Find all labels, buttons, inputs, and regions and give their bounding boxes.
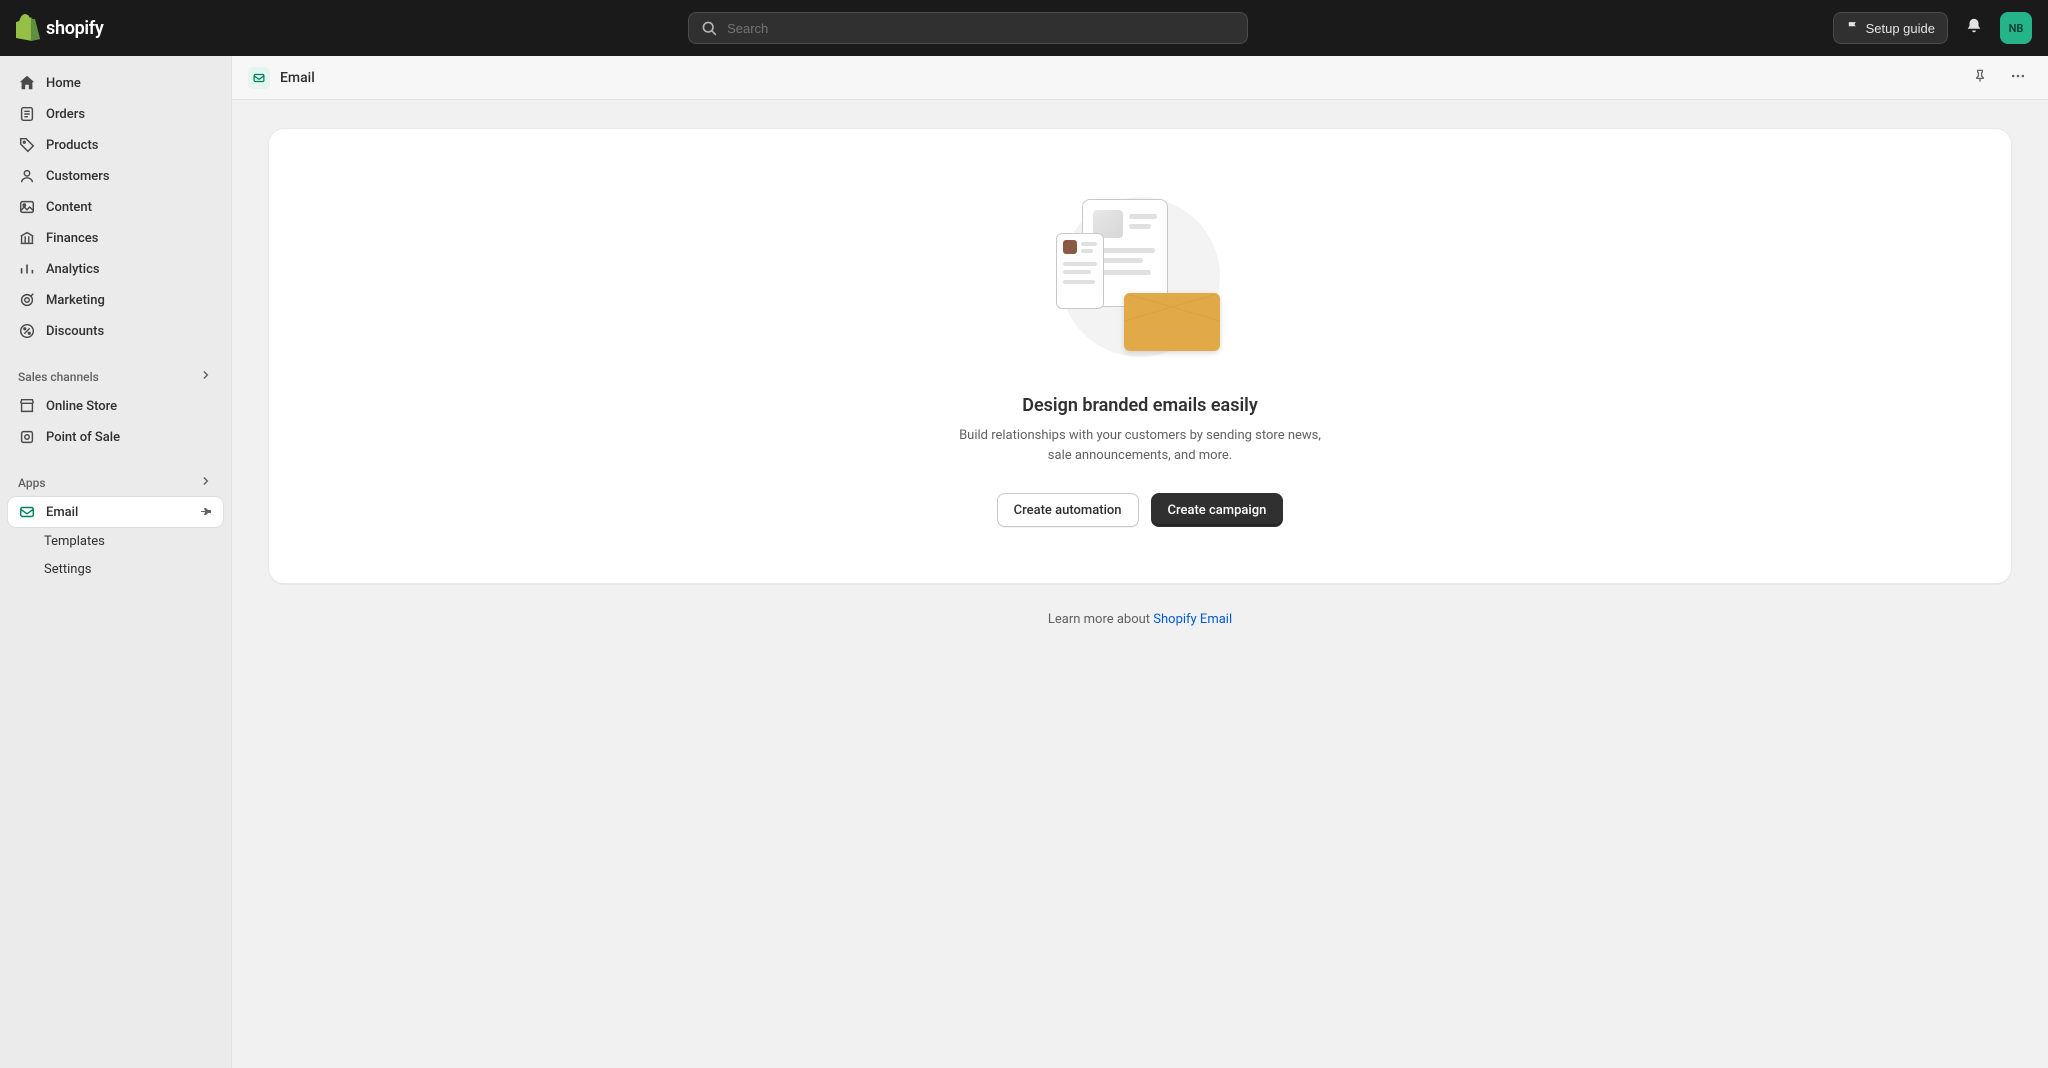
nav-label: Settings <box>44 562 91 577</box>
chevron-right-icon <box>199 368 213 385</box>
nav-label: Marketing <box>46 293 105 308</box>
nav-label: Finances <box>46 231 98 246</box>
store-icon <box>18 397 36 415</box>
learn-more: Learn more about Shopify Email <box>268 612 2012 627</box>
card-subtext: Build relationships with your customers … <box>950 426 1330 465</box>
nav-label: Email <box>46 505 78 520</box>
button-label: Create campaign <box>1168 503 1267 518</box>
person-icon <box>18 167 36 185</box>
target-icon <box>18 291 36 309</box>
card-heading: Design branded emails easily <box>1022 395 1258 416</box>
topbar: shopify Setup guide NB <box>0 0 2048 56</box>
nav-app-templates[interactable]: Templates <box>8 528 223 555</box>
pin-icon[interactable] <box>199 505 213 519</box>
nav-label: Orders <box>46 107 85 122</box>
nav-label: Point of Sale <box>46 430 120 445</box>
nav-label: Analytics <box>46 262 100 277</box>
section-apps[interactable]: Apps <box>8 468 223 497</box>
create-campaign-button[interactable]: Create campaign <box>1151 493 1284 527</box>
nav-home[interactable]: Home <box>8 68 223 98</box>
nav-marketing[interactable]: Marketing <box>8 285 223 315</box>
nav-app-settings[interactable]: Settings <box>8 556 223 583</box>
pos-icon <box>18 428 36 446</box>
email-app-icon <box>18 503 36 521</box>
user-avatar[interactable]: NB <box>2000 12 2032 44</box>
sidebar: Home Orders Products Customers Content F… <box>0 56 232 1068</box>
chevron-right-icon <box>199 474 213 491</box>
image-icon <box>18 198 36 216</box>
page-title: Email <box>280 70 315 86</box>
dots-icon <box>2010 68 2026 88</box>
bell-icon <box>1965 17 1983 39</box>
shopify-email-link[interactable]: Shopify Email <box>1153 612 1232 627</box>
nav-label: Content <box>46 200 92 215</box>
avatar-initials: NB <box>2009 22 2024 35</box>
create-automation-button[interactable]: Create automation <box>997 493 1139 527</box>
nav-orders[interactable]: Orders <box>8 99 223 129</box>
nav-discounts[interactable]: Discounts <box>8 316 223 346</box>
pin-icon <box>1972 68 1988 88</box>
nav-analytics[interactable]: Analytics <box>8 254 223 284</box>
empty-state-card: Design branded emails easily Build relat… <box>268 128 2012 584</box>
nav-app-email[interactable]: Email <box>8 497 223 527</box>
main-content: Design branded emails easily Build relat… <box>232 100 2048 1068</box>
home-icon <box>18 74 36 92</box>
global-search[interactable] <box>688 12 1248 44</box>
notifications-button[interactable] <box>1958 12 1990 44</box>
nav-point-of-sale[interactable]: Point of Sale <box>8 422 223 452</box>
more-actions-button[interactable] <box>2004 64 2032 92</box>
email-illustration <box>1050 189 1230 359</box>
search-icon <box>701 20 717 36</box>
orders-icon <box>18 105 36 123</box>
section-sales-channels[interactable]: Sales channels <box>8 362 223 391</box>
shopify-logo[interactable]: shopify <box>16 14 104 42</box>
nav-label: Templates <box>44 534 105 549</box>
nav-customers[interactable]: Customers <box>8 161 223 191</box>
nav-label: Home <box>46 76 81 91</box>
percent-icon <box>18 322 36 340</box>
nav-content[interactable]: Content <box>8 192 223 222</box>
setup-guide-label: Setup guide <box>1866 21 1935 36</box>
search-input[interactable] <box>725 20 1235 37</box>
setup-guide-button[interactable]: Setup guide <box>1833 12 1948 44</box>
logo-text: shopify <box>46 18 104 39</box>
nav-online-store[interactable]: Online Store <box>8 391 223 421</box>
bank-icon <box>18 229 36 247</box>
pin-app-button[interactable] <box>1966 64 1994 92</box>
nav-label: Online Store <box>46 399 117 414</box>
nav-products[interactable]: Products <box>8 130 223 160</box>
page-header: Email <box>232 56 2048 100</box>
section-label: Sales channels <box>18 370 99 384</box>
email-app-icon <box>248 67 270 89</box>
nav-label: Customers <box>46 169 110 184</box>
learn-prefix: Learn more about <box>1048 612 1153 627</box>
nav-label: Products <box>46 138 98 153</box>
flag-icon <box>1846 20 1860 37</box>
analytics-icon <box>18 260 36 278</box>
nav-finances[interactable]: Finances <box>8 223 223 253</box>
shopify-bag-icon <box>16 14 40 42</box>
section-label: Apps <box>18 476 46 490</box>
button-label: Create automation <box>1014 503 1122 518</box>
nav-label: Discounts <box>46 324 104 339</box>
tag-icon <box>18 136 36 154</box>
